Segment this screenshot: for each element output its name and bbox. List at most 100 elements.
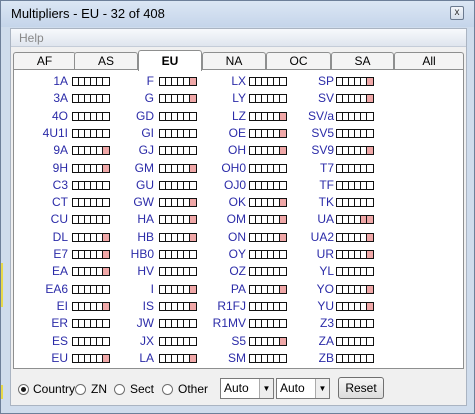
band-box: [367, 286, 373, 293]
radio-other[interactable]: [162, 384, 173, 395]
multiplier-call[interactable]: YO: [264, 282, 334, 296]
multiplier-call[interactable]: R1MV: [176, 316, 246, 330]
multiplier-call[interactable]: 9H: [0, 161, 68, 175]
multiplier-call[interactable]: HB: [84, 230, 154, 244]
multiplier-call[interactable]: SV/a: [264, 109, 334, 123]
radio-other-label[interactable]: Other: [178, 382, 208, 396]
tab-eu[interactable]: EU: [138, 50, 202, 71]
close-button[interactable]: x: [450, 6, 464, 20]
multiplier-call[interactable]: ZB: [264, 351, 334, 365]
multiplier-call[interactable]: LX: [176, 74, 246, 88]
band-box: [367, 234, 373, 241]
multiplier-call[interactable]: HB0: [84, 247, 154, 261]
multiplier-call[interactable]: ES: [0, 334, 68, 348]
multiplier-call[interactable]: PA: [176, 282, 246, 296]
multiplier-call[interactable]: SP: [264, 74, 334, 88]
multiplier-call[interactable]: OH0: [176, 161, 246, 175]
multiplier-call[interactable]: CT: [0, 195, 68, 209]
multiplier-call[interactable]: EI: [0, 299, 68, 313]
multiplier-call[interactable]: YL: [264, 264, 334, 278]
radio-zn-label[interactable]: ZN: [91, 382, 107, 396]
multiplier-call[interactable]: UA2: [264, 230, 334, 244]
multiplier-call[interactable]: SV: [264, 91, 334, 105]
radio-sect-label[interactable]: Sect: [130, 382, 154, 396]
multiplier-call[interactable]: GD: [84, 109, 154, 123]
multiplier-call[interactable]: OJ0: [176, 178, 246, 192]
menu-help[interactable]: Help: [19, 31, 44, 45]
multiplier-call[interactable]: ER: [0, 316, 68, 330]
multiplier-call[interactable]: OH: [176, 143, 246, 157]
multiplier-call[interactable]: C3: [0, 178, 68, 192]
multiplier-call[interactable]: GW: [84, 195, 154, 209]
multiplier-call[interactable]: 3A: [0, 91, 68, 105]
multiplier-call[interactable]: YU: [264, 299, 334, 313]
mode-select-1[interactable]: Auto ▼: [220, 378, 274, 399]
multiplier-call[interactable]: OM: [176, 212, 246, 226]
multiplier-call[interactable]: LA: [84, 351, 154, 365]
multiplier-call[interactable]: S5: [176, 334, 246, 348]
multiplier-call[interactable]: HA: [84, 212, 154, 226]
multiplier-call[interactable]: OE: [176, 126, 246, 140]
multiplier-call[interactable]: OK: [176, 195, 246, 209]
multiplier-call[interactable]: SM: [176, 351, 246, 365]
multiplier-call[interactable]: TF: [264, 178, 334, 192]
multiplier-call[interactable]: UA: [264, 212, 334, 226]
band-status-boxes: [336, 198, 374, 207]
tab-na[interactable]: NA: [202, 52, 266, 70]
multiplier-call[interactable]: GI: [84, 126, 154, 140]
radio-country[interactable]: [18, 384, 29, 395]
tab-sa[interactable]: SA: [331, 52, 394, 70]
band-status-boxes: [336, 77, 374, 86]
multiplier-call[interactable]: GM: [84, 161, 154, 175]
multiplier-call[interactable]: 9A: [0, 143, 68, 157]
mode-select-2[interactable]: Auto ▼: [276, 378, 330, 399]
multiplier-call[interactable]: JW: [84, 316, 154, 330]
multiplier-call[interactable]: R1FJ: [176, 299, 246, 313]
multiplier-call[interactable]: GU: [84, 178, 154, 192]
multiplier-call[interactable]: OY: [176, 247, 246, 261]
multiplier-call[interactable]: I: [84, 282, 154, 296]
band-status-boxes: [336, 164, 374, 173]
multiplier-call[interactable]: ON: [176, 230, 246, 244]
multiplier-call[interactable]: GJ: [84, 143, 154, 157]
multiplier-call[interactable]: IS: [84, 299, 154, 313]
multiplier-call[interactable]: G: [84, 91, 154, 105]
multiplier-call[interactable]: LY: [176, 91, 246, 105]
band-status-boxes: [336, 112, 374, 121]
tab-oc[interactable]: OC: [266, 52, 331, 70]
multiplier-call[interactable]: Z3: [264, 316, 334, 330]
radio-country-label[interactable]: Country: [33, 382, 75, 396]
multiplier-call[interactable]: F: [84, 74, 154, 88]
multiplier-call[interactable]: JX: [84, 334, 154, 348]
multiplier-call[interactable]: LZ: [176, 109, 246, 123]
title-bar[interactable]: Multipliers - EU - 32 of 408 x: [1, 1, 474, 27]
multiplier-call[interactable]: HV: [84, 264, 154, 278]
multiplier-call[interactable]: UR: [264, 247, 334, 261]
multiplier-call[interactable]: DL: [0, 230, 68, 244]
multiplier-call[interactable]: EA: [0, 264, 68, 278]
multiplier-call[interactable]: 1A: [0, 74, 68, 88]
multiplier-call[interactable]: E7: [0, 247, 68, 261]
multiplier-call[interactable]: 4O: [0, 109, 68, 123]
band-status-boxes: [336, 250, 374, 259]
tab-as[interactable]: AS: [74, 52, 138, 70]
multiplier-call[interactable]: TK: [264, 195, 334, 209]
radio-zn[interactable]: [75, 384, 86, 395]
multiplier-call[interactable]: 4U1I: [0, 126, 68, 140]
multiplier-call[interactable]: OZ: [176, 264, 246, 278]
multiplier-call[interactable]: SV9: [264, 143, 334, 157]
multiplier-call[interactable]: ZA: [264, 334, 334, 348]
tab-all[interactable]: All: [394, 52, 464, 70]
window-title: Multipliers - EU - 32 of 408: [11, 6, 165, 21]
reset-button[interactable]: Reset: [338, 377, 384, 399]
multiplier-call[interactable]: CU: [0, 212, 68, 226]
multiplier-call[interactable]: SV5: [264, 126, 334, 140]
multiplier-call[interactable]: T7: [264, 161, 334, 175]
band-status-boxes: [336, 319, 374, 328]
radio-sect[interactable]: [114, 384, 125, 395]
multiplier-call[interactable]: EU: [0, 351, 68, 365]
band-status-boxes: [336, 129, 374, 138]
multiplier-call[interactable]: EA6: [0, 282, 68, 296]
tab-af[interactable]: AF: [13, 52, 76, 70]
band-box: [367, 165, 373, 172]
